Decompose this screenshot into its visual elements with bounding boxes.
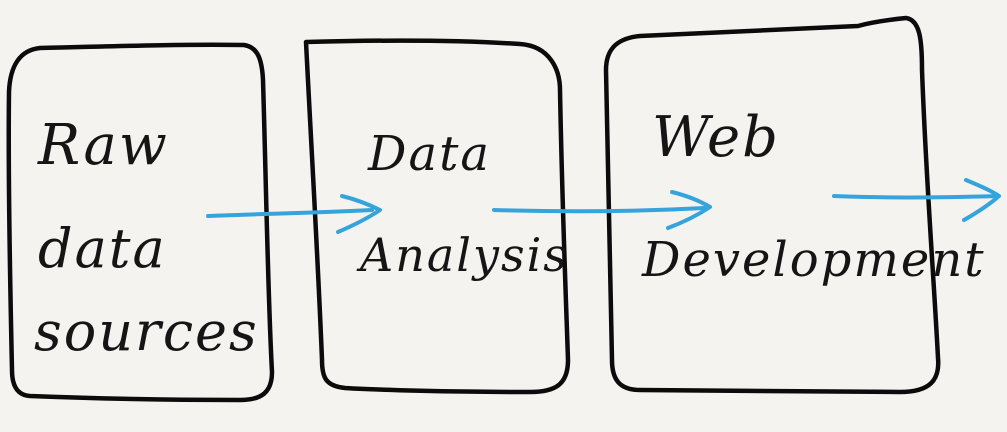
node-box-web-development (603, 15, 941, 395)
node-label-raw-line-2: data (38, 217, 167, 280)
arrow-web-to-next (832, 178, 1001, 222)
arrow-analysis-to-web (492, 190, 712, 230)
node-label-analysis-line-2: Analysis (360, 228, 569, 282)
node-label-raw-line-1: Raw (38, 113, 169, 178)
node-label-web-line-1: Web (652, 105, 780, 170)
flow-diagram: Raw data sources Data Analysis Web Devel… (0, 0, 1007, 432)
node-label-raw-line-3: sources (34, 300, 259, 363)
node-label-analysis-line-1: Data (368, 126, 492, 182)
diagram-drawing (6, 15, 1001, 403)
node-label-web-line-2: Development (642, 232, 986, 288)
node-box-data-analysis (303, 38, 571, 395)
arrow-raw-to-analysis (206, 194, 382, 234)
